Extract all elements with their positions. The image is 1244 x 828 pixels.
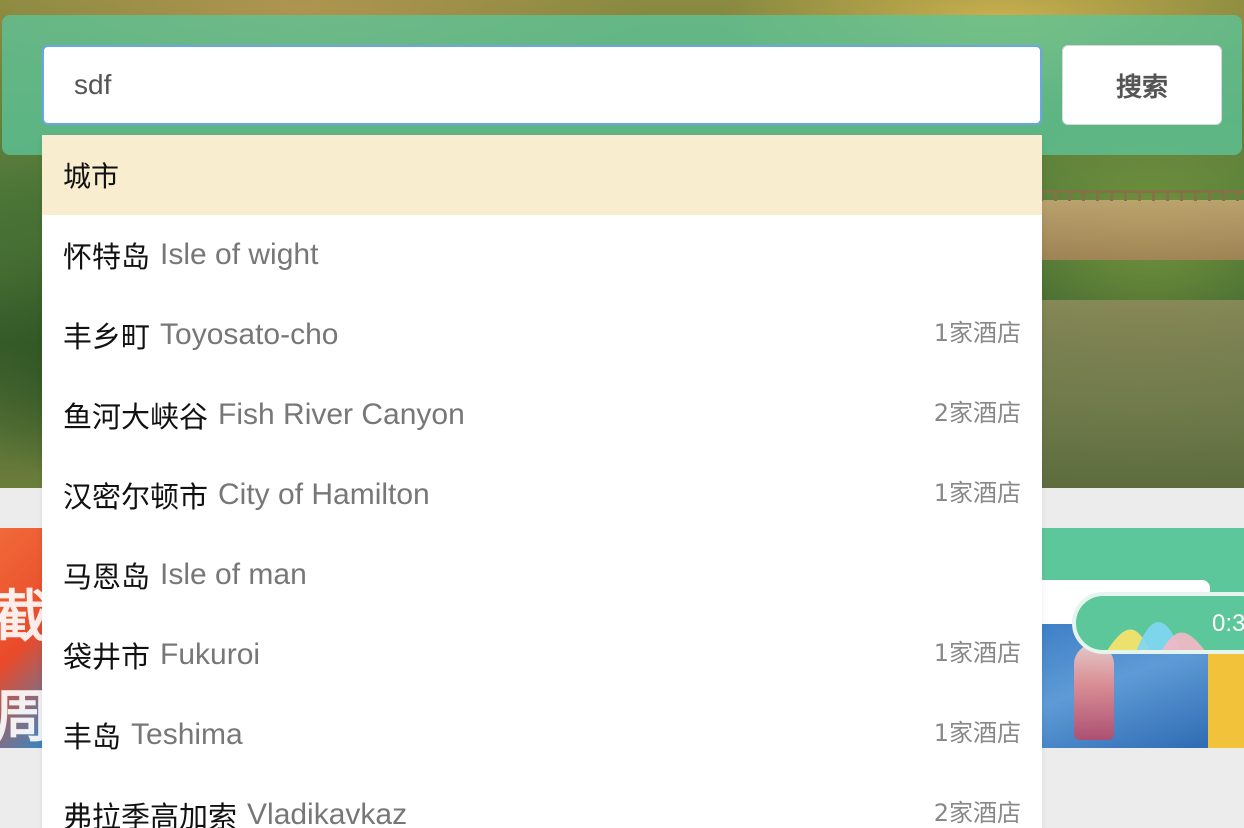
suggestion-item[interactable]: 怀特岛 Isle of wight: [42, 215, 1042, 295]
suggestion-name-zh: 丰乡町: [63, 320, 151, 354]
suggestion-hotel-count: 1家酒店: [933, 639, 1021, 667]
suggestion-name-en: Fish River Canyon: [218, 398, 465, 431]
suggestion-name-zh: 汉密尔顿市: [63, 480, 209, 514]
suggestion-item[interactable]: 弗拉季高加索 Vladikavkaz 2家酒店: [42, 775, 1042, 828]
suggestion-name-en: Toyosato-cho: [160, 318, 339, 351]
audio-time: 0:3: [1212, 610, 1244, 637]
search-suggestions-dropdown: 城市 怀特岛 Isle of wight 丰乡町 Toyosato-cho 1家…: [42, 135, 1042, 828]
suggestion-hotel-count: 2家酒店: [933, 399, 1021, 427]
suggestion-name-zh: 鱼河大峡谷: [63, 400, 209, 434]
suggestion-item[interactable]: 丰岛 Teshima 1家酒店: [42, 695, 1042, 775]
suggestion-item[interactable]: 马恩岛 Isle of man: [42, 535, 1042, 615]
suggestion-name-en: Teshima: [131, 718, 243, 751]
page: 截 周 0:3 搜索 城市 怀特岛 Isle of wight 丰乡町 Toyo…: [0, 0, 1244, 828]
search-button[interactable]: 搜索: [1062, 45, 1222, 125]
suggestion-section-header: 城市: [42, 135, 1042, 215]
suggestion-item[interactable]: 汉密尔顿市 City of Hamilton 1家酒店: [42, 455, 1042, 535]
suggestion-item[interactable]: 鱼河大峡谷 Fish River Canyon 2家酒店: [42, 375, 1042, 455]
suggestion-name-zh: 弗拉季高加索: [63, 800, 238, 828]
suggestion-name-en: Isle of man: [160, 558, 307, 591]
suggestion-name-en: City of Hamilton: [218, 478, 430, 511]
suggestion-name-zh: 袋井市: [63, 640, 151, 674]
suggestion-name-en: Isle of wight: [160, 238, 319, 271]
suggestion-hotel-count: 1家酒店: [933, 479, 1021, 507]
suggestion-name-en: Vladikavkaz: [247, 798, 408, 828]
hero-bridge-shape: [1040, 190, 1244, 260]
audio-player[interactable]: 0:3: [1072, 592, 1244, 654]
suggestion-hotel-count: 2家酒店: [933, 799, 1021, 827]
suggestion-item[interactable]: 袋井市 Fukuroi 1家酒店: [42, 615, 1042, 695]
audio-wave-icon: [1107, 622, 1205, 650]
promo-stripe: [1208, 650, 1244, 748]
suggestion-name-en: Fukuroi: [160, 638, 261, 671]
hero-water-shape: [1040, 300, 1244, 488]
suggestion-item[interactable]: 丰乡町 Toyosato-cho 1家酒店: [42, 295, 1042, 375]
suggestion-hotel-count: 1家酒店: [933, 319, 1021, 347]
suggestion-name-zh: 丰岛: [63, 720, 122, 754]
suggestion-name-zh: 怀特岛: [63, 240, 151, 274]
suggestion-hotel-count: 1家酒店: [933, 719, 1021, 747]
search-input[interactable]: [42, 45, 1042, 125]
suggestion-name-zh: 马恩岛: [63, 560, 151, 594]
